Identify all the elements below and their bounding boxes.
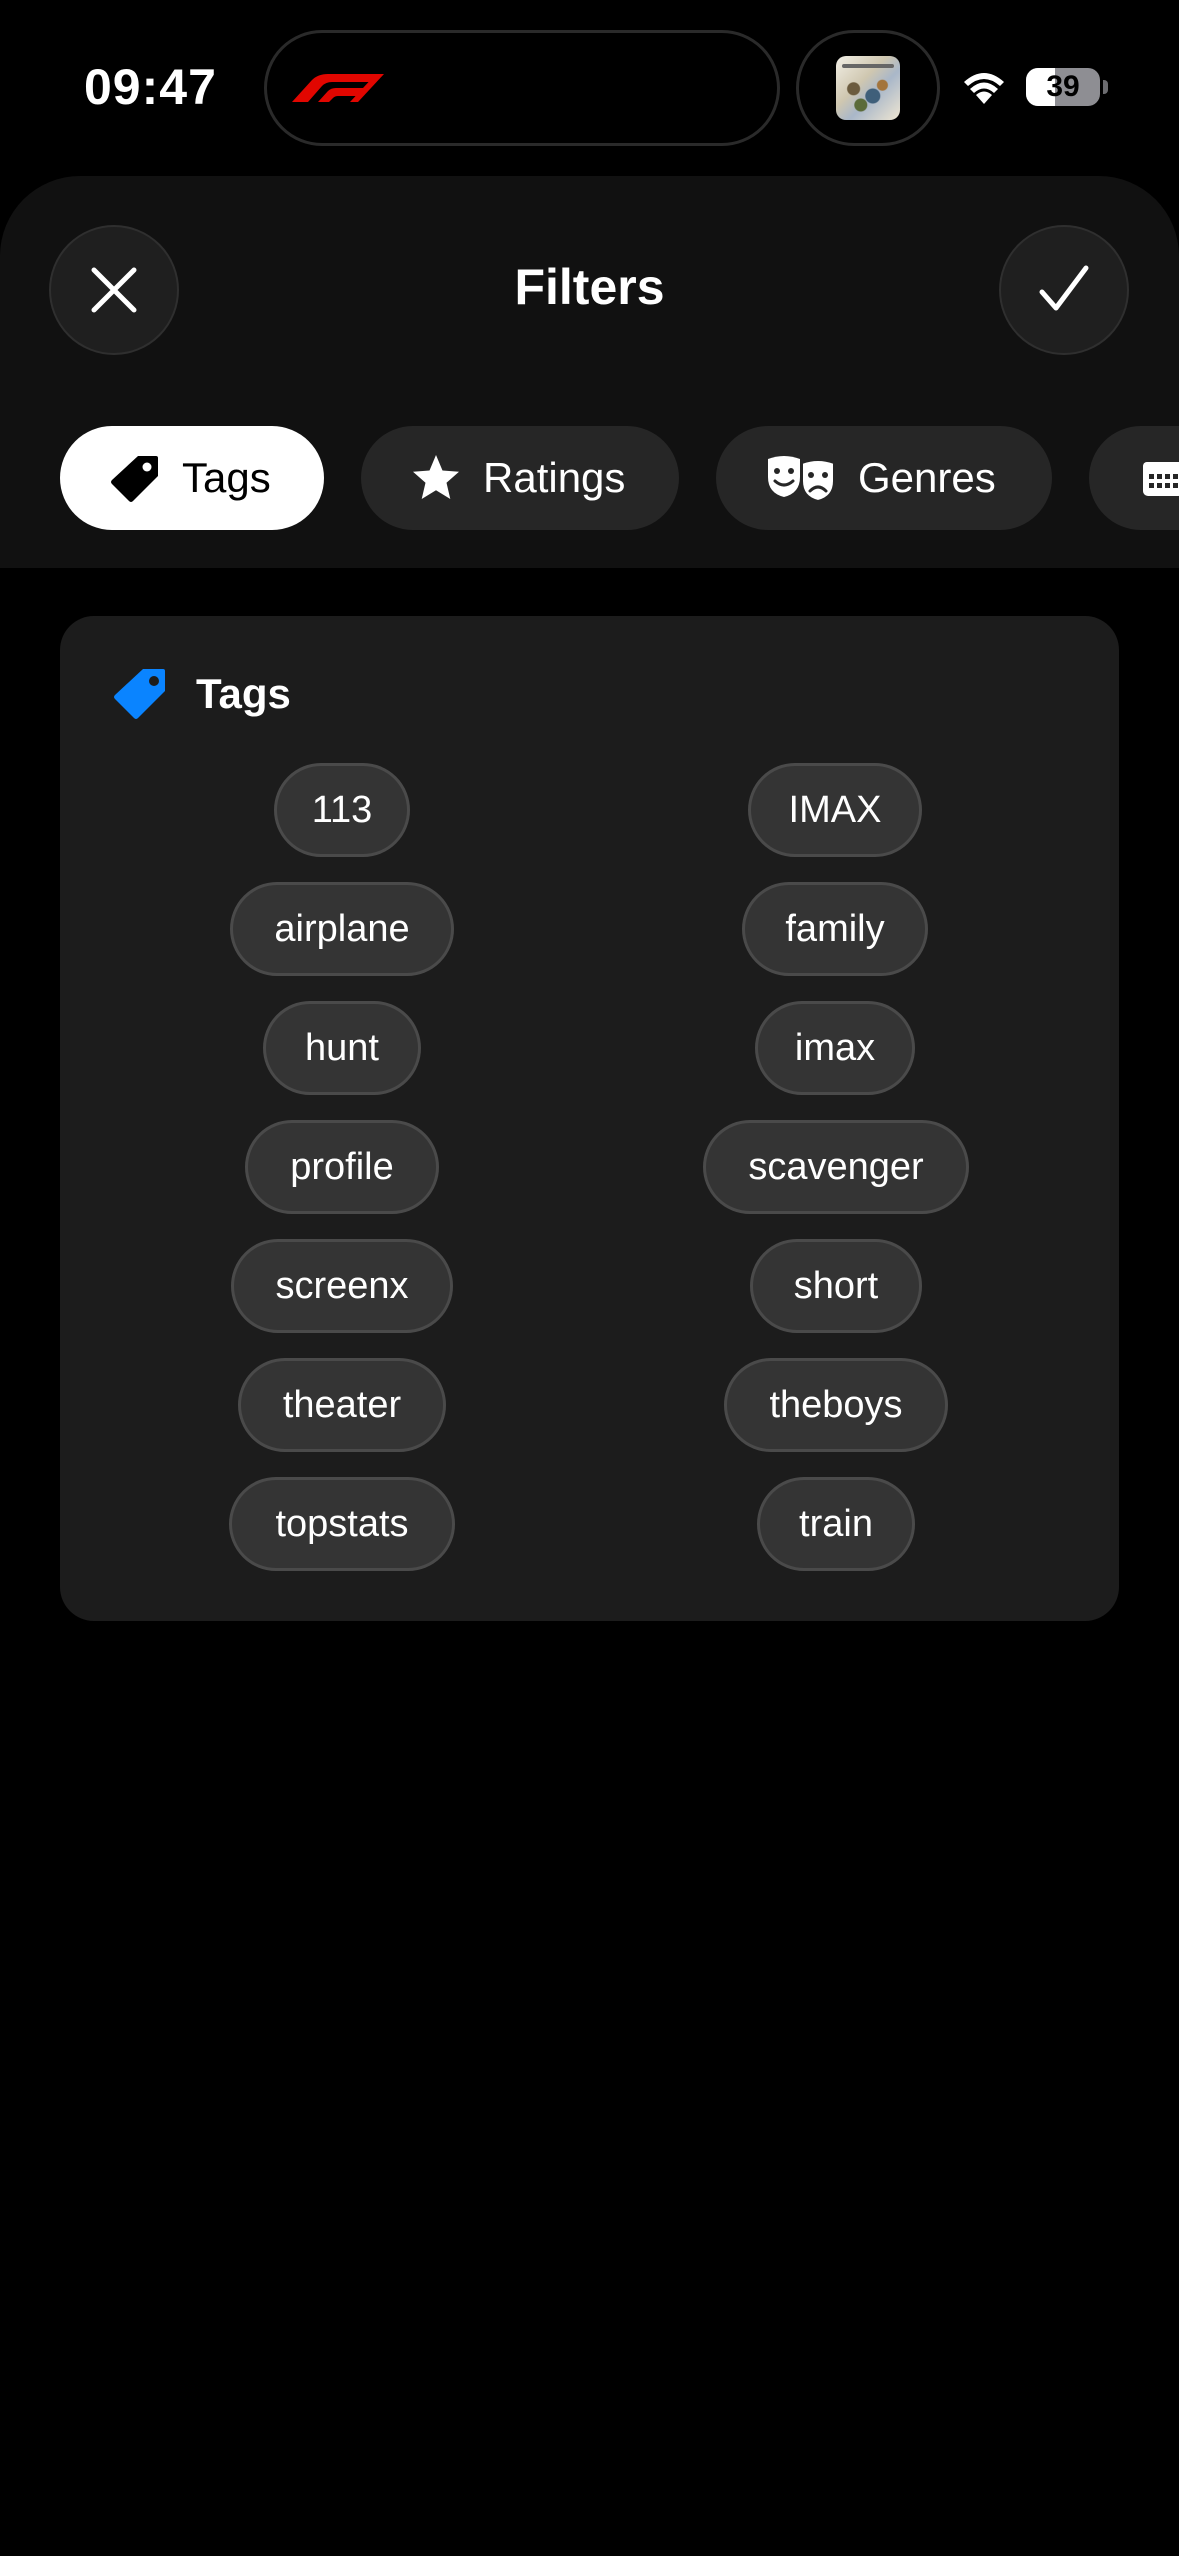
tag-chip[interactable]: family [742,882,928,976]
tab-ratings-label: Ratings [483,454,626,501]
tag-chip[interactable]: short [750,1239,922,1333]
tag-chip[interactable]: hunt [263,1001,421,1095]
tag-chip[interactable]: imax [755,1001,915,1095]
tag-icon [111,456,158,502]
tab-tags[interactable]: Tags [60,426,324,530]
tag-chip[interactable]: theater [238,1358,446,1452]
tag-chip[interactable]: IMAX [748,763,922,857]
album-art-thumbnail [836,56,900,120]
tags-card [60,616,1119,1621]
tag-chip[interactable]: train [757,1477,915,1571]
theater-masks-icon [768,456,835,503]
status-time: 09:47 [84,59,217,115]
tags-section-title: Tags [196,670,291,717]
tab-genres-label: Genres [858,454,996,501]
tab-tags-label: Tags [182,454,271,501]
tag-chip[interactable]: theboys [724,1358,948,1452]
checkmark-icon [1039,265,1089,311]
battery-percent: 39 [1046,70,1080,103]
status-bar: 09:47 39 [0,0,1179,170]
tag-chip[interactable]: profile [245,1120,439,1214]
tag-chip[interactable]: 113 [274,763,410,857]
f1-logo-icon [292,74,384,102]
calendar-icon [1143,462,1179,496]
tag-icon [114,669,165,719]
star-icon [413,455,459,499]
tag-chip[interactable]: screenx [231,1239,453,1333]
confirm-button[interactable] [999,225,1129,355]
tab-ratings[interactable]: Ratings [361,426,679,530]
wifi-icon [964,73,1004,104]
filters-screen: 09:47 39 Filters Tags Ratings Genres Tag… [0,0,1179,2556]
battery-indicator: 39 [1026,68,1100,106]
battery-cap [1103,80,1108,94]
tag-chip[interactable]: topstats [229,1477,455,1571]
tag-chip[interactable]: airplane [230,882,454,976]
tag-chip[interactable]: scavenger [703,1120,969,1214]
tab-genres[interactable]: Genres [716,426,1052,530]
